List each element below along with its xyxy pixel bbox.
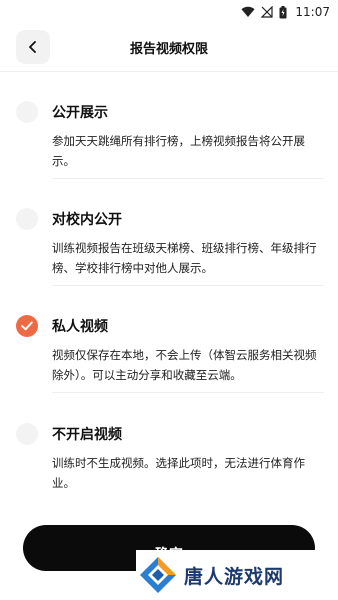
- status-time: 11:07: [295, 5, 330, 19]
- divider: [52, 178, 324, 179]
- option-description: 训练时不生成视频。选择此项时，无法进行体育作业。: [52, 456, 305, 490]
- option-school-public[interactable]: 对校内公开 训练视频报告在班级天梯榜、班级排行榜、年级排行榜、学校排行榜中对他人…: [16, 206, 324, 276]
- option-description: 视频仅保存在本地，不会上传（体智云服务相关视频除外）。可以主动分享和收藏至云端。: [52, 348, 317, 382]
- diamond-logo-icon: [138, 555, 178, 595]
- back-button[interactable]: [16, 30, 50, 64]
- chevron-left-icon: [28, 38, 38, 57]
- option-description: 训练视频报告在班级天梯榜、班级排行榜、年级排行榜、学校排行榜中对他人展示。: [52, 241, 317, 275]
- radio-unchecked-icon[interactable]: [16, 101, 38, 123]
- option-disable-video[interactable]: 不开启视频 训练时不生成视频。选择此项时，无法进行体育作业。: [16, 421, 324, 491]
- status-bar: 11:07: [0, 0, 338, 24]
- radio-unchecked-icon[interactable]: [16, 423, 38, 445]
- divider: [52, 285, 324, 286]
- divider: [52, 392, 324, 393]
- wifi-icon: [241, 6, 255, 18]
- option-title: 公开展示: [52, 105, 108, 121]
- no-signal-icon: [261, 6, 274, 18]
- battery-icon: [279, 5, 287, 19]
- header: 报告视频权限: [0, 24, 338, 72]
- option-private[interactable]: 私人视频 视频仅保存在本地，不会上传（体智云服务相关视频除外）。可以主动分享和收…: [16, 313, 324, 383]
- watermark: 唐人游戏网: [136, 550, 338, 600]
- option-title: 私人视频: [52, 319, 108, 335]
- radio-checked-icon[interactable]: [16, 315, 38, 337]
- option-title: 不开启视频: [52, 427, 122, 443]
- option-title: 对校内公开: [52, 212, 122, 228]
- radio-unchecked-icon[interactable]: [16, 208, 38, 230]
- page-title: 报告视频权限: [129, 42, 208, 57]
- option-public[interactable]: 公开展示 参加天天跳绳所有排行榜，上榜视频报告将公开展示。: [16, 99, 324, 169]
- watermark-text: 唐人游戏网: [184, 565, 285, 588]
- option-description: 参加天天跳绳所有排行榜，上榜视频报告将公开展示。: [52, 134, 305, 168]
